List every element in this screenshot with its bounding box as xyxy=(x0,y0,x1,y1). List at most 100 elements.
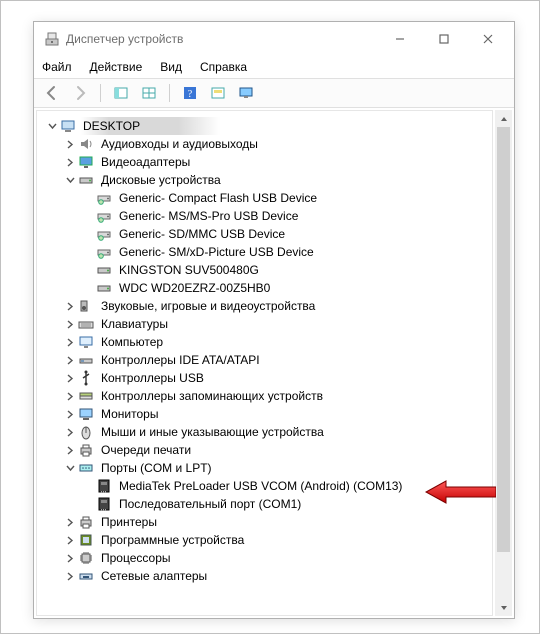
scan-hardware-button[interactable] xyxy=(206,81,230,105)
monitor-mode-button[interactable] xyxy=(234,81,258,105)
display-icon xyxy=(77,154,95,170)
node-port-mediatek[interactable]: MediaTek PreLoader USB VCOM (Android) (C… xyxy=(43,477,492,495)
software-icon xyxy=(77,532,95,548)
node-label: KINGSTON SUV500480G xyxy=(117,261,261,279)
properties-grid-button[interactable] xyxy=(137,81,161,105)
monitor-icon xyxy=(77,406,95,422)
scroll-up-button[interactable] xyxy=(495,110,512,127)
node-disk-wdc[interactable]: WDC WD20EZRZ-00Z5HB0 xyxy=(43,279,492,297)
node-label: DESKTOP xyxy=(81,117,220,135)
node-label: Generic- Compact Flash USB Device xyxy=(117,189,319,207)
ide-icon xyxy=(77,352,95,368)
keyboard-icon xyxy=(77,316,95,332)
expander-icon[interactable] xyxy=(63,533,77,547)
node-label: Программные устройства xyxy=(99,531,246,549)
printer-icon xyxy=(77,514,95,530)
expander-icon[interactable] xyxy=(63,425,77,439)
node-label: Компьютер xyxy=(99,333,165,351)
printer-icon xyxy=(77,442,95,458)
node-label: Generic- MS/MS-Pro USB Device xyxy=(117,207,300,225)
maximize-button[interactable] xyxy=(422,24,466,54)
expander-icon[interactable] xyxy=(63,443,77,457)
expander-icon[interactable] xyxy=(63,461,77,475)
menu-help[interactable]: Справка xyxy=(198,58,249,76)
diskchild-icon xyxy=(95,226,113,242)
node-label: Аудиовходы и аудиовыходы xyxy=(99,135,260,153)
portchild-icon xyxy=(95,496,113,512)
node-label: Порты (COM и LPT) xyxy=(99,459,214,477)
vertical-scrollbar[interactable] xyxy=(495,110,512,616)
node-label: Контроллеры IDE ATA/ATAPI xyxy=(99,351,262,369)
node-keyboards[interactable]: Клавиатуры xyxy=(43,315,492,333)
node-disk-kingston[interactable]: KINGSTON SUV500480G xyxy=(43,261,492,279)
device-tree[interactable]: DESKTOPАудиовходы и аудиовыходыВидеоадап… xyxy=(36,110,493,616)
forward-button[interactable] xyxy=(68,81,92,105)
node-root[interactable]: DESKTOP xyxy=(43,117,492,135)
node-printq[interactable]: Очереди печати xyxy=(43,441,492,459)
node-sound[interactable]: Звуковые, игровые и видеоустройства xyxy=(43,297,492,315)
expander-icon[interactable] xyxy=(63,155,77,169)
expander-icon[interactable] xyxy=(63,569,77,583)
node-audio[interactable]: Аудиовходы и аудиовыходы xyxy=(43,135,492,153)
node-cpu[interactable]: Процессоры xyxy=(43,549,492,567)
expander-icon[interactable] xyxy=(63,173,77,187)
node-label: Мониторы xyxy=(99,405,160,423)
scroll-thumb[interactable] xyxy=(497,127,510,552)
node-printers[interactable]: Принтеры xyxy=(43,513,492,531)
minimize-button[interactable] xyxy=(378,24,422,54)
node-mice[interactable]: Мыши и иные указывающие устройства xyxy=(43,423,492,441)
node-usb[interactable]: Контроллеры USB xyxy=(43,369,492,387)
menubar: Файл Действие Вид Справка xyxy=(34,56,514,78)
portchild-icon xyxy=(95,478,113,494)
scroll-track[interactable] xyxy=(495,127,512,599)
expander-icon[interactable] xyxy=(63,551,77,565)
node-label: Generic- SM/xD-Picture USB Device xyxy=(117,243,316,261)
disk-icon xyxy=(95,280,113,296)
menu-view[interactable]: Вид xyxy=(158,58,184,76)
node-port-serial[interactable]: Последовательный порт (COM1) xyxy=(43,495,492,513)
node-disk-cf[interactable]: Generic- Compact Flash USB Device xyxy=(43,189,492,207)
node-network[interactable]: Сетевые алаптеры xyxy=(43,567,492,585)
expander-icon[interactable] xyxy=(63,515,77,529)
expander-icon[interactable] xyxy=(63,317,77,331)
node-computer[interactable]: Компьютер xyxy=(43,333,492,351)
node-ports[interactable]: Порты (COM и LPT) xyxy=(43,459,492,477)
app-icon xyxy=(44,31,60,47)
node-monitors[interactable]: Мониторы xyxy=(43,405,492,423)
node-software[interactable]: Программные устройства xyxy=(43,531,492,549)
diskchild-icon xyxy=(95,190,113,206)
node-storage[interactable]: Контроллеры запоминающих устройств xyxy=(43,387,492,405)
node-disks[interactable]: Дисковые устройства xyxy=(43,171,492,189)
expander-icon[interactable] xyxy=(63,137,77,151)
expander-icon[interactable] xyxy=(63,299,77,313)
expander-icon[interactable] xyxy=(63,335,77,349)
diskchild-icon xyxy=(95,208,113,224)
expander-icon[interactable] xyxy=(63,353,77,367)
node-disk-sd[interactable]: Generic- SD/MMC USB Device xyxy=(43,225,492,243)
expander-icon[interactable] xyxy=(63,371,77,385)
node-label: Сетевые алаптеры xyxy=(99,567,209,585)
help-button[interactable]: ? xyxy=(178,81,202,105)
node-label: Процессоры xyxy=(99,549,173,567)
menu-file[interactable]: Файл xyxy=(40,58,74,76)
back-button[interactable] xyxy=(40,81,64,105)
menu-action[interactable]: Действие xyxy=(88,58,145,76)
node-label: Звуковые, игровые и видеоустройства xyxy=(99,297,317,315)
expander-icon[interactable] xyxy=(45,119,59,133)
expander-icon[interactable] xyxy=(63,389,77,403)
cpu-icon xyxy=(77,550,95,566)
node-disk-ms[interactable]: Generic- MS/MS-Pro USB Device xyxy=(43,207,492,225)
node-label: Видеоадаптеры xyxy=(99,153,192,171)
port-icon xyxy=(77,460,95,476)
node-video[interactable]: Видеоадаптеры xyxy=(43,153,492,171)
node-label: Generic- SD/MMC USB Device xyxy=(117,225,287,243)
scroll-down-button[interactable] xyxy=(495,599,512,616)
show-hide-tree-button[interactable] xyxy=(109,81,133,105)
node-label: Клавиатуры xyxy=(99,315,170,333)
expander-icon[interactable] xyxy=(63,407,77,421)
node-disk-xd[interactable]: Generic- SM/xD-Picture USB Device xyxy=(43,243,492,261)
node-ide[interactable]: Контроллеры IDE ATA/ATAPI xyxy=(43,351,492,369)
toolbar-separator xyxy=(100,84,101,102)
close-button[interactable] xyxy=(466,24,510,54)
window-title: Диспетчер устройств xyxy=(66,32,183,46)
